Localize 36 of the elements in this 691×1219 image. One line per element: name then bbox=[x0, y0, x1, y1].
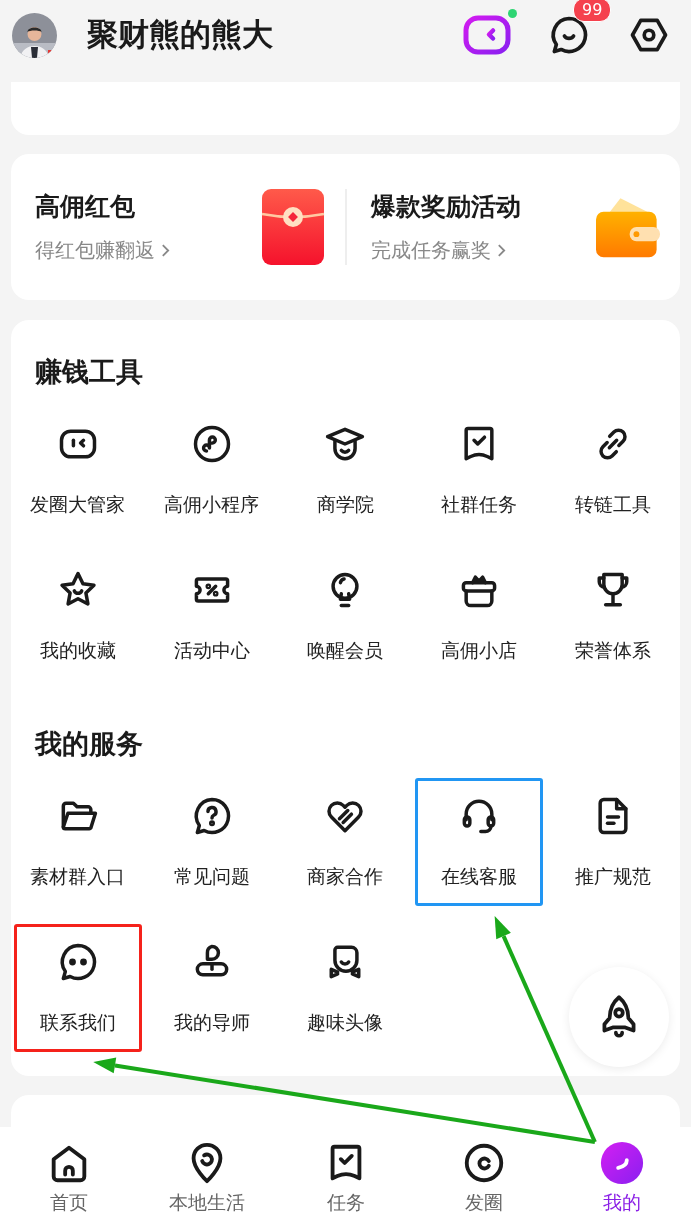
tab[interactable]: 我的 bbox=[552, 1127, 691, 1219]
envelope-icon bbox=[260, 189, 325, 265]
tool-shortcut[interactable]: 社群任务 bbox=[415, 406, 544, 534]
service-shortcut[interactable]: 联系我们 bbox=[13, 924, 142, 1052]
promo-title: 高佣红包 bbox=[35, 191, 136, 223]
service-shortcut[interactable]: 常见问题 bbox=[147, 778, 276, 906]
section-title: 我的服务 bbox=[33, 727, 144, 761]
profile-icon bbox=[598, 1140, 645, 1186]
assistant-face-icon[interactable] bbox=[463, 15, 511, 55]
tool-shortcut[interactable]: 发圈大管家 bbox=[13, 406, 142, 534]
service-shortcut[interactable]: 我的导师 bbox=[147, 924, 276, 1052]
username: 聚财熊的熊大 bbox=[87, 15, 273, 54]
promo-link[interactable]: 得红包赚翻返 bbox=[35, 237, 170, 264]
tool-shortcut[interactable]: 活动中心 bbox=[147, 552, 276, 680]
tab[interactable]: 首页 bbox=[0, 1127, 139, 1219]
tool-shortcut[interactable]: 高佣小程序 bbox=[147, 406, 276, 534]
tool-shortcut[interactable]: 唤醒会员 bbox=[281, 552, 410, 680]
message-count-badge: 99 bbox=[573, 0, 612, 22]
tab[interactable]: 发圈 bbox=[414, 1127, 553, 1219]
chevron-right-icon bbox=[161, 243, 170, 258]
service-shortcut[interactable]: 推广规范 bbox=[549, 778, 678, 906]
tool-shortcut[interactable]: 我的收藏 bbox=[13, 552, 142, 680]
tool-shortcut[interactable]: 转链工具 bbox=[549, 406, 678, 534]
chevron-right-icon bbox=[496, 243, 506, 258]
tool-shortcut[interactable]: 高佣小店 bbox=[415, 552, 544, 680]
service-shortcut[interactable]: 商家合作 bbox=[281, 778, 410, 906]
promo-link[interactable]: 完成任务赢奖 bbox=[370, 237, 506, 264]
tab[interactable]: 本地生活 bbox=[138, 1127, 277, 1219]
tool-shortcut[interactable]: 荣誉体系 bbox=[549, 552, 678, 680]
service-shortcut[interactable]: 在线客服 bbox=[415, 778, 544, 906]
promo-title: 爆款奖励活动 bbox=[370, 191, 522, 223]
tool-shortcut[interactable]: 商学院 bbox=[281, 406, 410, 534]
section-title: 赚钱工具 bbox=[34, 355, 144, 389]
tab[interactable]: 任务 bbox=[276, 1127, 415, 1219]
service-shortcut[interactable]: 趣味头像 bbox=[281, 924, 410, 1052]
service-shortcut[interactable]: 素材群入口 bbox=[13, 778, 142, 906]
